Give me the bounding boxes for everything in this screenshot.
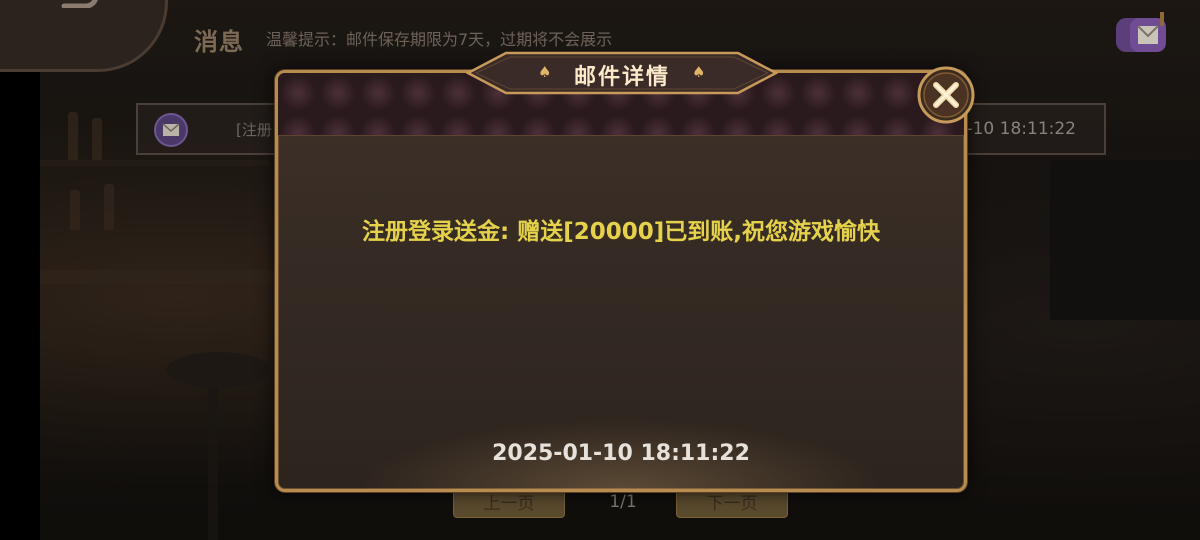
envelope-icon	[154, 113, 188, 147]
back-arrow-icon	[61, 0, 98, 8]
page-title: 消息	[194, 28, 244, 56]
page-indicator: 1/1	[609, 492, 637, 512]
mailbox-icon[interactable]	[1112, 10, 1174, 56]
dialog-title-plate: ♠ 邮件详情 ♠	[466, 49, 778, 97]
mail-detail-dialog: ♠ 邮件详情 ♠ 注册登录送金: 赠送[20000]已到账,祝您游戏愉快 202…	[275, 51, 975, 492]
next-page-button[interactable]: 下一页	[676, 488, 788, 518]
mail-timestamp: 2025-01-10 18:11:22	[492, 441, 750, 466]
close-button[interactable]	[917, 66, 975, 124]
retention-tip: 温馨提示：邮件保存期限为7天，过期将不会展示	[266, 30, 613, 49]
mail-row-subject: [注册	[236, 121, 272, 139]
mail-content: 注册登录送金: 赠送[20000]已到账,祝您游戏愉快	[362, 219, 880, 245]
mail-row-date: -10 18:11:22	[966, 119, 1076, 139]
spade-icon: ♠	[692, 63, 706, 81]
prev-page-button[interactable]: 上一页	[453, 488, 565, 518]
back-button[interactable]	[0, 0, 168, 72]
dialog-title: 邮件详情	[573, 65, 670, 90]
